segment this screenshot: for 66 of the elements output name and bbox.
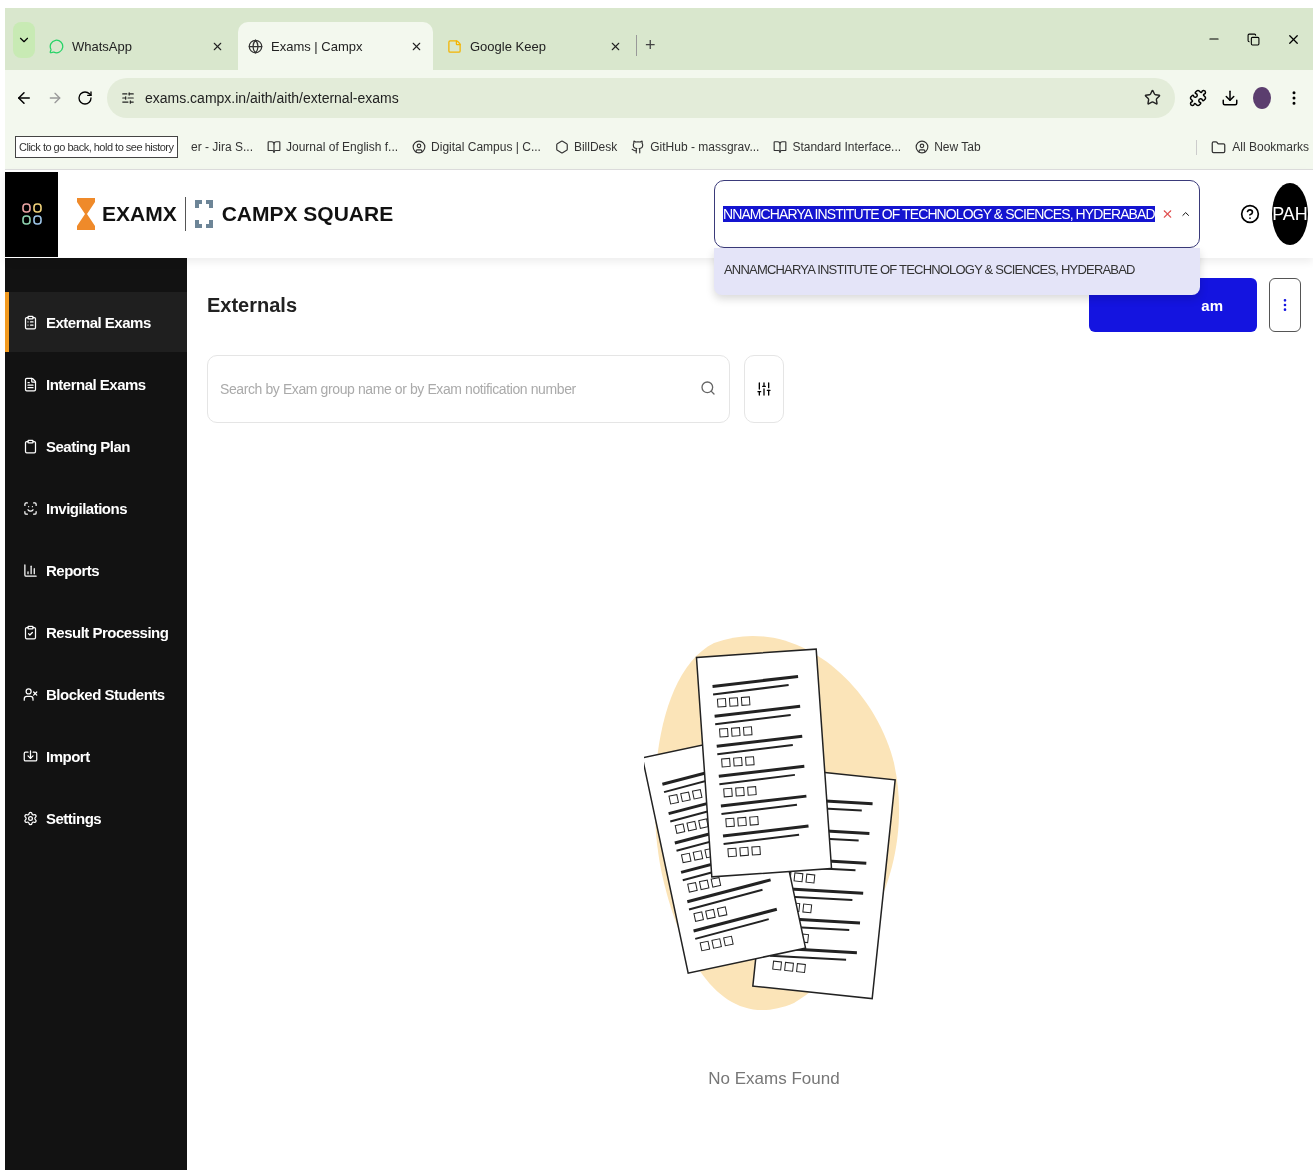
restore-icon[interactable] [1247,32,1260,46]
tooltip: Click to go back, hold to see history [15,136,178,158]
address-bar[interactable]: exams.campx.in/aith/aith/external-exams [107,77,1175,118]
selected-text: NNAMCHARYA INSTITUTE OF TECHNOLOGY & SCIENCES, HYDERABAD [723,206,1155,222]
new-tab-button[interactable]: + [636,35,664,56]
sidebar-item[interactable]: Internal Exams [5,354,187,414]
sidebar-item[interactable]: External Exams [5,292,187,352]
help-icon[interactable] [1240,204,1260,224]
browser-tab[interactable]: Exams | Campx [238,22,433,70]
person-circle-icon [412,140,427,154]
sidebar-item[interactable]: Import [5,726,187,786]
bookmark[interactable]: GitHub - massgrav... [631,140,760,154]
bookmark[interactable]: Digital Campus | C... [412,140,541,154]
clipboard-check-icon [23,624,38,640]
sidebar-item[interactable]: Seating Plan [5,416,187,476]
partner-name: CAMPX SQUARE [221,202,394,226]
dropdown-option[interactable]: ANNAMCHARYA INSTITUTE OF TECHNOLOGY & SCIENCES, HYDERABAD [724,262,1190,277]
grid-icon [21,203,42,225]
search-field[interactable]: Search by Exam group name or by Exam notification number [207,355,730,423]
person-circle-icon [915,140,930,154]
bookmark[interactable]: Standard Interface... [773,140,902,154]
bookmark[interactable]: Journal of English f... [267,140,399,154]
globe-icon [248,38,263,54]
folder-icon [1211,139,1227,155]
import-icon [23,748,38,764]
bookmark[interactable]: New Tab [915,140,981,154]
clipboard-icon [23,314,38,330]
brand-name: EXAMX [102,202,177,226]
empty-message: No Exams Found [708,1069,840,1089]
browser-tab[interactable]: WhatsApp [39,22,234,70]
user-icon [23,686,38,702]
star-icon[interactable] [1144,89,1161,106]
sidebar-item[interactable]: Invigilations [5,478,187,538]
sidebar-item[interactable]: Blocked Students [5,664,187,724]
square-corners-icon [193,199,214,229]
chat-icon [49,38,64,54]
site-settings-icon[interactable] [121,90,135,105]
search-icon[interactable] [700,380,716,396]
sidebar-item[interactable]: Result Processing [5,602,187,662]
sidebar-item[interactable]: Reports [5,540,187,600]
face-scan-icon [23,500,38,516]
hourglass-icon [76,197,96,231]
bar-chart-icon [23,562,38,578]
browser-tab[interactable]: Google Keep [437,22,632,70]
github-icon [631,140,646,154]
download-icon[interactable] [1221,88,1239,107]
sliders-icon [756,381,772,397]
page-title: Externals [207,293,298,317]
note-icon [447,38,462,54]
user-avatar[interactable]: PAH [1272,183,1308,245]
reload-icon[interactable] [77,89,93,106]
hexagon-icon [554,140,569,154]
clipboard-icon [23,438,38,454]
apps-tile[interactable] [5,171,58,257]
institution-select[interactable]: NNAMCHARYA INSTITUTE OF TECHNOLOGY & SCIENCES, HYDERABAD [714,180,1200,248]
extensions-icon[interactable] [1189,88,1207,107]
book-icon [773,140,788,154]
book-icon [267,140,281,154]
bookmark[interactable]: BillDesk [554,140,618,154]
bookmark[interactable]: er - Jira S... [191,140,253,154]
document-icon [23,376,38,392]
profile-avatar[interactable] [1253,86,1271,109]
more-button[interactable] [1269,278,1301,332]
sidebar-item[interactable]: Settings [5,788,187,848]
all-bookmarks-button[interactable]: All Bookmarks [1196,139,1313,155]
settings-icon [23,810,38,826]
